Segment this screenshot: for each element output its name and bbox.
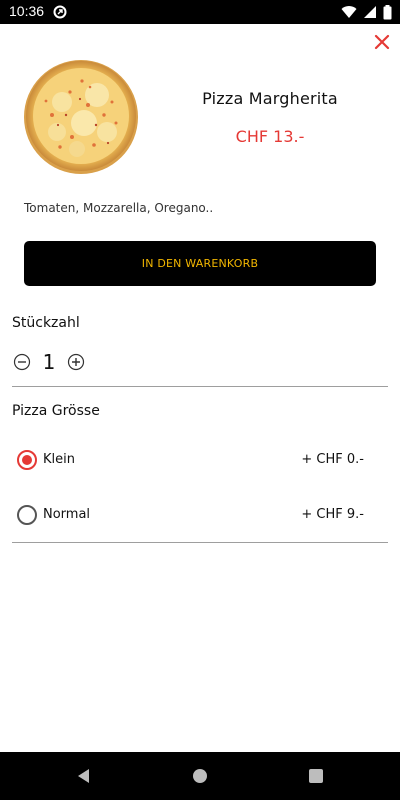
wifi-icon xyxy=(341,6,357,19)
quantity-value: 1 xyxy=(42,350,56,374)
recent-square-icon[interactable] xyxy=(309,769,323,783)
size-title: Pizza Grösse xyxy=(12,403,100,419)
size-option-price: + CHF 0.- xyxy=(301,452,364,467)
home-circle-icon[interactable] xyxy=(193,769,207,783)
radio-checked-icon[interactable] xyxy=(17,450,37,470)
size-option-label: Normal xyxy=(43,507,91,522)
size-option-label: Klein xyxy=(43,452,75,467)
plus-circle-icon[interactable] xyxy=(67,353,85,371)
divider xyxy=(12,542,388,543)
system-nav-bar xyxy=(0,752,400,800)
status-icons xyxy=(341,4,392,20)
add-to-cart-label: IN DEN WARENKORB xyxy=(141,257,259,270)
battery-icon xyxy=(383,4,392,19)
app-notification-icon xyxy=(53,5,67,19)
status-bar: 10:36 xyxy=(0,0,400,24)
size-option-klein[interactable]: Klein + CHF 0.- xyxy=(12,446,388,476)
back-triangle-icon[interactable] xyxy=(76,768,92,784)
radio-unchecked-icon[interactable] xyxy=(17,505,37,525)
quantity-stepper: 1 xyxy=(13,349,85,375)
quantity-title: Stückzahl xyxy=(12,315,80,331)
status-time: 10:36 xyxy=(9,3,45,19)
signal-icon xyxy=(364,6,376,18)
size-option-price: + CHF 9.- xyxy=(301,507,364,522)
minus-circle-icon[interactable] xyxy=(13,353,31,371)
size-option-normal[interactable]: Normal + CHF 9.- xyxy=(12,501,388,531)
divider xyxy=(12,386,388,387)
pizza-image xyxy=(24,60,138,174)
product-price: CHF 13.- xyxy=(235,127,305,146)
product-description: Tomaten, Mozzarella, Oregano.. xyxy=(24,201,214,215)
close-icon[interactable] xyxy=(372,32,392,52)
product-name: Pizza Margherita xyxy=(202,89,338,108)
add-to-cart-button[interactable]: IN DEN WARENKORB xyxy=(24,241,376,286)
